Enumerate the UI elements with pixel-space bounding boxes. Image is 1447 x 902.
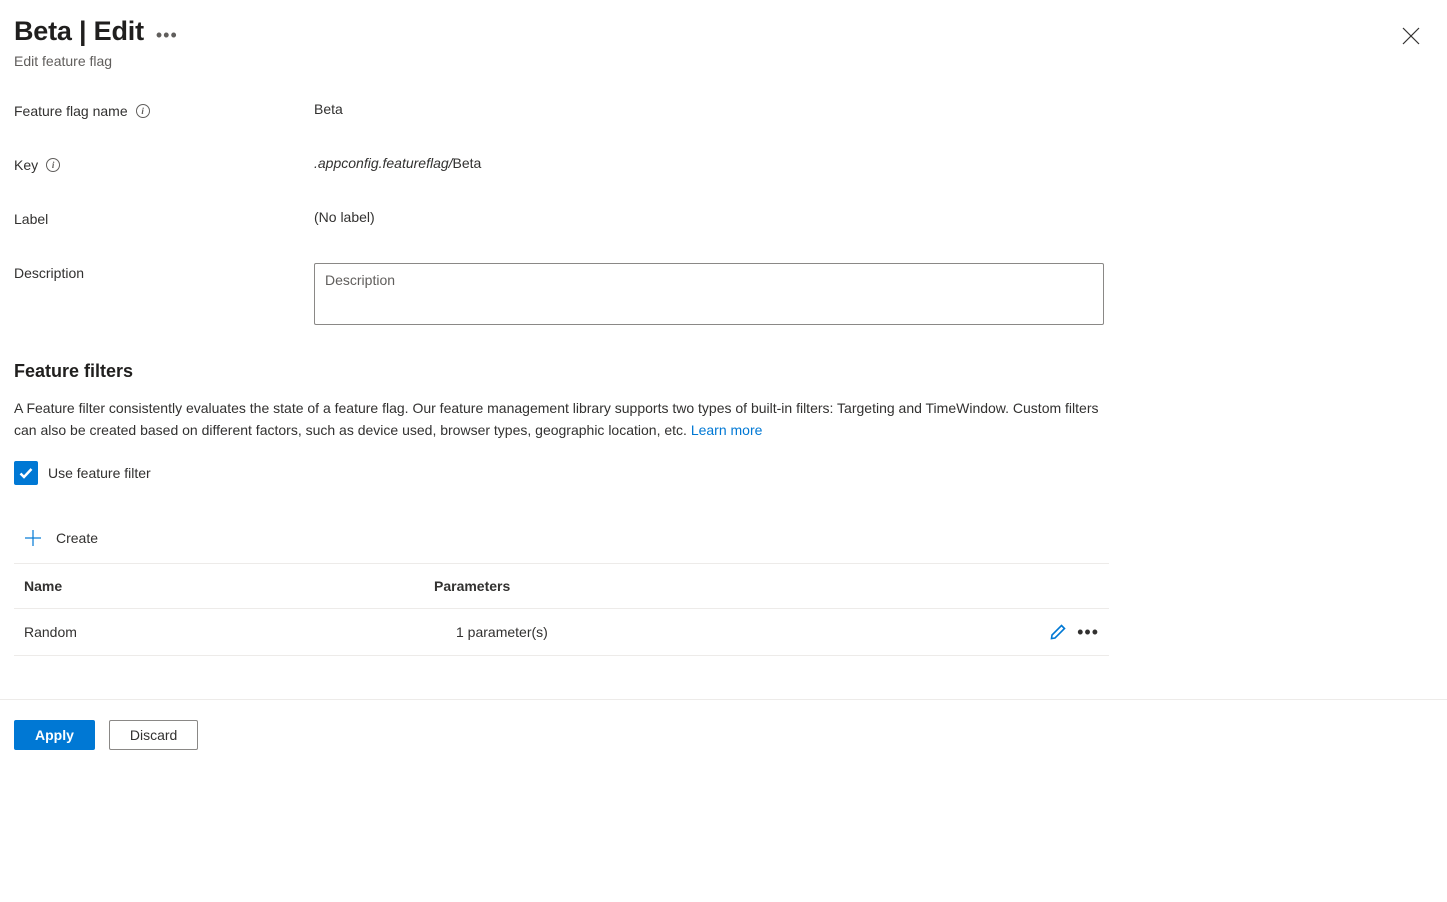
footer: Apply Discard [0, 699, 1447, 770]
row-feature-flag-name: Feature flag name i Beta [14, 101, 1433, 119]
more-icon[interactable]: ••• [156, 20, 178, 44]
label-key: Key i [14, 155, 314, 173]
info-icon[interactable]: i [136, 104, 150, 118]
row-key: Key i .appconfig.featureflag/Beta [14, 155, 1433, 173]
page-title: Beta | Edit [14, 16, 144, 47]
value-feature-flag-name: Beta [314, 101, 343, 117]
value-label: (No label) [314, 209, 375, 225]
use-feature-filter-label: Use feature filter [48, 465, 151, 481]
label-text: Description [14, 265, 84, 281]
plus-icon [24, 529, 42, 547]
key-prefix: .appconfig.featureflag/ [314, 155, 453, 171]
table-header: Name Parameters [14, 563, 1109, 609]
feature-filters-heading: Feature filters [14, 361, 1433, 382]
discard-button[interactable]: Discard [109, 720, 198, 750]
label-feature-flag-name: Feature flag name i [14, 101, 314, 119]
row-label: Label (No label) [14, 209, 1433, 227]
row-description: Description [14, 263, 1433, 325]
filter-parameters: 1 parameter(s) [434, 624, 1019, 640]
key-name: Beta [453, 155, 482, 171]
use-feature-filter-checkbox[interactable] [14, 461, 38, 485]
table-row: Random 1 parameter(s) ••• [14, 609, 1109, 656]
edit-feature-flag-page: Beta | Edit ••• Edit feature flag Featur… [0, 0, 1447, 770]
use-feature-filter-row: Use feature filter [14, 461, 1433, 485]
info-icon[interactable]: i [46, 158, 60, 172]
filter-name: Random [24, 624, 434, 640]
pencil-icon[interactable] [1049, 623, 1067, 641]
col-header-name: Name [24, 578, 434, 594]
label-text: Feature flag name [14, 103, 128, 119]
apply-button[interactable]: Apply [14, 720, 95, 750]
description-input[interactable] [314, 263, 1104, 325]
close-icon[interactable] [1399, 24, 1423, 48]
create-filter-button[interactable]: Create [14, 519, 1109, 563]
page-header: Beta | Edit ••• [14, 16, 1433, 47]
create-label: Create [56, 530, 98, 546]
more-icon[interactable]: ••• [1077, 623, 1099, 641]
value-key: .appconfig.featureflag/Beta [314, 155, 481, 171]
learn-more-link[interactable]: Learn more [691, 422, 763, 438]
filters-desc-text: A Feature filter consistently evaluates … [14, 400, 1099, 438]
label-description: Description [14, 263, 314, 281]
label-label: Label [14, 209, 314, 227]
filters-table: Create Name Parameters Random 1 paramete… [14, 519, 1109, 656]
col-header-parameters: Parameters [434, 578, 1019, 594]
feature-filters-description: A Feature filter consistently evaluates … [14, 398, 1114, 441]
label-text: Key [14, 157, 38, 173]
label-text: Label [14, 211, 48, 227]
page-subtitle: Edit feature flag [14, 53, 1433, 69]
